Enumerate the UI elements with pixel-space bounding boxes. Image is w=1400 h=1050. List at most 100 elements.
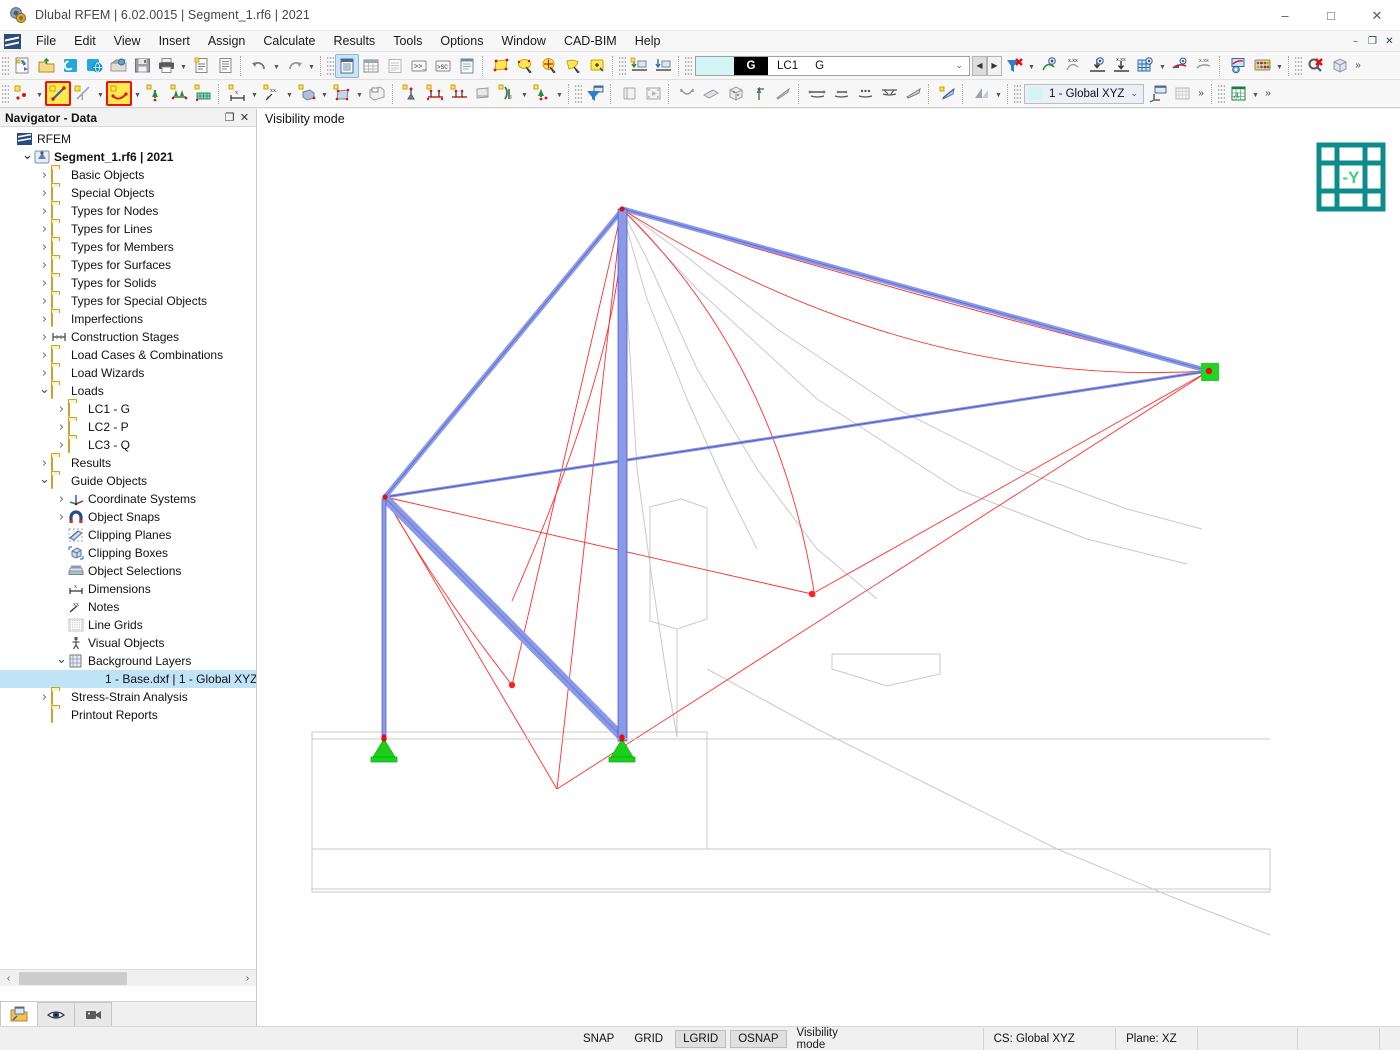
new-surface-button[interactable] [330,82,354,106]
clear-selection-button[interactable] [1303,54,1327,78]
surface-support-button[interactable] [471,82,495,106]
model-viewport[interactable]: Visibility mode [257,109,1400,1026]
chevron-down-icon[interactable]: ⌄ [1130,88,1138,99]
tree-item-lc3-q[interactable]: ›LC3 - Q [0,436,256,454]
show-result-grid-button[interactable] [1133,54,1157,78]
load-case-next-button[interactable]: ▶ [987,56,1002,76]
print-dropdown-arrow[interactable]: ▼ [178,54,189,78]
chevron-right-icon[interactable]: › [55,420,68,435]
status-toggle-osnap[interactable]: OSNAP [730,1030,786,1048]
tree-item-imperfections[interactable]: ›Imperfections [0,310,256,328]
undo-button[interactable] [247,54,271,78]
chevron-right-icon[interactable]: › [38,276,51,291]
delete-results-button[interactable] [1002,54,1026,78]
new-node-dropdown-arrow[interactable]: ▼ [34,82,45,106]
insert-toolbar-grip-3[interactable] [1014,83,1021,105]
navigator-horizontal-scrollbar[interactable]: ‹ › [0,969,256,986]
load-type-partial-button[interactable] [829,82,853,106]
show-values-button[interactable]: x.xx [1061,54,1085,78]
result-legend-button[interactable] [1250,54,1274,78]
new-opening-button[interactable] [365,82,389,106]
insert-toolbar-grip-2[interactable] [575,83,582,105]
tree-item-line-grids[interactable]: Line Grids [0,616,256,634]
chevron-right-icon[interactable]: › [38,456,51,471]
tree-item-types-for-nodes[interactable]: ›Types for Nodes [0,202,256,220]
load-type-surface-button[interactable] [901,82,925,106]
new-solid-dropdown-arrow[interactable]: ▼ [319,82,330,106]
new-foundation-button[interactable] [530,82,554,106]
maximize-button[interactable]: □ [1308,0,1354,31]
tree-item-guide-objects[interactable]: ⌄Guide Objects [0,472,256,490]
show-deformation-button[interactable] [1037,54,1061,78]
new-foundation-dropdown-arrow[interactable]: ▼ [554,82,565,106]
redo-dropdown-arrow[interactable]: ▼ [306,54,317,78]
mdi-minimize-button[interactable]: – [1347,34,1364,49]
new-surface-dropdown-arrow[interactable]: ▼ [354,82,365,106]
tree-item-rfem[interactable]: RFEM [0,130,256,148]
chevron-right-icon[interactable]: › [55,402,68,417]
chevron-right-icon[interactable]: › [38,222,51,237]
load-case-combobox[interactable]: G LC1 G ⌄ [695,56,970,76]
script-console-button[interactable]: >SC [431,54,455,78]
tree-item-construction-stages[interactable]: ›Construction Stages [0,328,256,346]
view-orientation-cube[interactable]: -Y [1315,141,1387,213]
close-icon[interactable]: ✕ [237,111,252,124]
menu-item-results[interactable]: Results [325,31,385,52]
select-all-button[interactable] [561,54,585,78]
tree-item-background-layers[interactable]: ⌄Background Layers [0,652,256,670]
new-arc-button[interactable] [106,81,132,106]
tree-item-object-snaps[interactable]: ›Object Snaps [0,508,256,526]
coordinate-toolbar-overflow-chevron[interactable]: » [1194,82,1208,106]
show-reaction-values-button[interactable]: x.xx [1109,54,1133,78]
new-surface-mesh-button[interactable] [191,82,215,106]
print-button[interactable] [154,54,178,78]
report-table-button[interactable] [383,54,407,78]
redo-button[interactable] [282,54,306,78]
undo-dropdown-arrow[interactable]: ▼ [271,54,282,78]
chevron-right-icon[interactable]: › [55,492,68,507]
tree-item-coordinate-systems[interactable]: ›Coordinate Systems [0,490,256,508]
document-button[interactable] [213,54,237,78]
tree-item-clipping-planes[interactable]: Clipping Planes [0,526,256,544]
toolbar-overflow-chevron[interactable]: » [1351,54,1365,78]
info-panel-button[interactable] [455,54,479,78]
new-note-dropdown-arrow[interactable]: ▼ [284,82,295,106]
tree-item-dimensions[interactable]: xDimensions [0,580,256,598]
chevron-right-icon[interactable]: › [38,366,51,381]
grid-settings-button[interactable] [1170,82,1194,106]
section-view-button[interactable] [699,82,723,106]
tree-item-load-wizards[interactable]: ›Load Wizards [0,364,256,382]
new-line-button[interactable] [45,81,71,106]
tree-item-types-for-members[interactable]: ›Types for Members [0,238,256,256]
chevron-right-icon[interactable]: › [38,240,51,255]
chevron-right-icon[interactable]: › [38,330,51,345]
close-button[interactable]: ✕ [1354,0,1400,31]
open-model-button[interactable] [34,54,58,78]
show-support-reactions-button[interactable] [1085,54,1109,78]
scrollbar-thumb[interactable] [19,972,127,985]
tree-item-segment-1-rf6-2021[interactable]: ⌄Segment_1.rf6 | 2021 [0,148,256,166]
menu-item-tools[interactable]: Tools [384,31,431,52]
chevron-down-icon[interactable]: ⌄ [38,382,51,401]
toolbar-grip-5[interactable] [1295,55,1302,77]
tree-item-lc2-p[interactable]: ›LC2 - P [0,418,256,436]
deformation-display-button[interactable] [675,82,699,106]
tree-item-types-for-solids[interactable]: ›Types for Solids [0,274,256,292]
result-diagram-values-button[interactable]: x.xx [1192,54,1216,78]
menu-item-options[interactable]: Options [431,31,492,52]
tables-button[interactable] [359,54,383,78]
select-by-window-button[interactable] [513,54,537,78]
menu-item-file[interactable]: File [27,31,65,52]
import-layer-button[interactable] [627,54,651,78]
member-hinge-button[interactable] [447,82,471,106]
menu-item-assign[interactable]: Assign [199,31,255,52]
scroll-right-button[interactable]: › [239,973,256,984]
select-special-button[interactable] [537,54,561,78]
new-arc-dropdown-arrow[interactable]: ▼ [132,82,143,106]
nodal-support-button[interactable] [399,82,423,106]
mdi-restore-button[interactable]: ❐ [1364,34,1381,49]
delete-results-dropdown-arrow[interactable]: ▼ [1026,54,1037,78]
load-type-trapezoid-button[interactable] [877,82,901,106]
selection-info-button[interactable] [585,54,609,78]
tree-item-printout-reports[interactable]: Printout Reports [0,706,256,724]
